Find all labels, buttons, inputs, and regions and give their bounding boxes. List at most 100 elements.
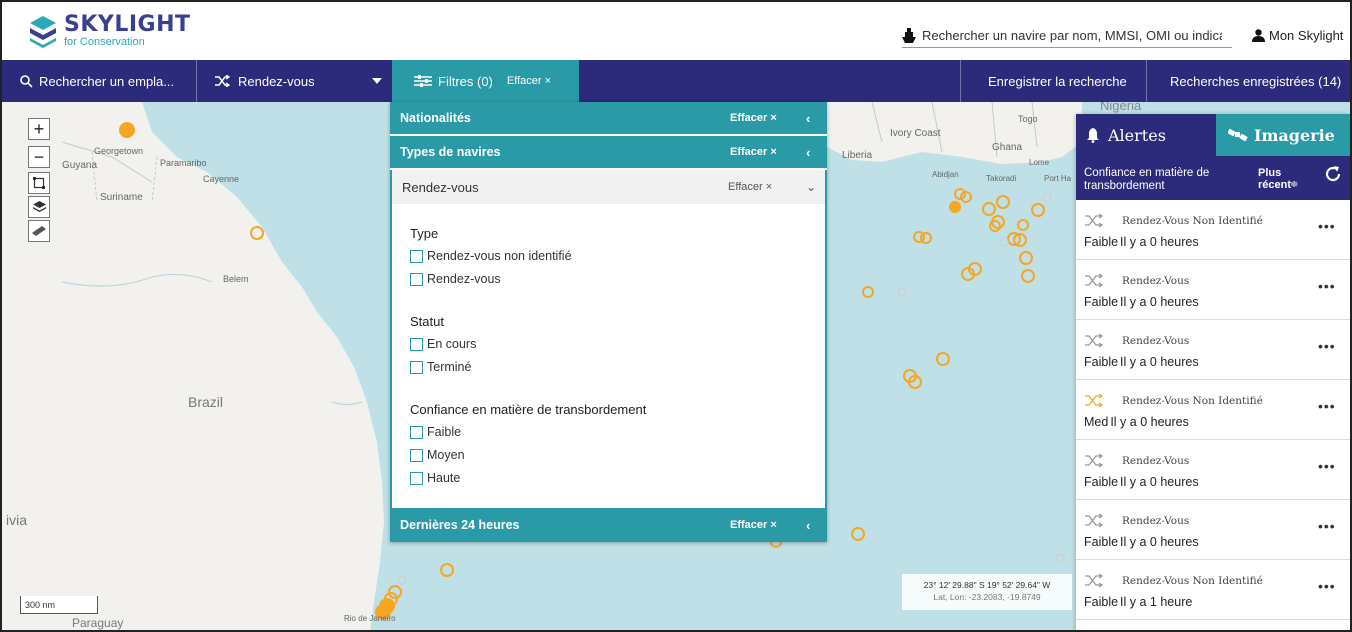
alert-time: Il y a 0 heures [1120, 235, 1199, 249]
logo-subtitle: for Conservation [64, 36, 145, 48]
alert-item[interactable]: Rendez-Vous Faible Il y a 0 heures ••• [1076, 260, 1350, 320]
more-options-icon[interactable]: ••• [1318, 338, 1336, 354]
label-suriname: Suriname [100, 192, 143, 203]
chevron-left-icon[interactable]: ‹ [806, 518, 810, 533]
label-liberia: Liberia [842, 150, 873, 161]
measure-button[interactable] [28, 220, 50, 242]
more-options-icon[interactable]: ••• [1318, 518, 1336, 534]
zoom-out-button[interactable]: − [28, 146, 50, 168]
filters-clear-button[interactable]: Effacer × [507, 75, 551, 87]
filter-section-label: Dernières 24 heures [400, 518, 520, 532]
label-lome: Lome [1029, 158, 1050, 167]
group-title-type: Type [410, 226, 439, 241]
shuffle-icon [1085, 334, 1104, 348]
coords-dms: 23° 12' 29.88" S 19° 52' 29.64" W [923, 580, 1051, 590]
more-options-icon[interactable]: ••• [1318, 458, 1336, 474]
alerts-sort-bar: Confiance en matière de transbordement P… [1076, 156, 1350, 200]
ship-icon [902, 27, 916, 43]
app-window: SKYLIGHT for Conservation Mon Skylight [0, 0, 1352, 632]
top-header: SKYLIGHT for Conservation Mon Skylight [2, 2, 1350, 60]
checkbox-box[interactable] [410, 448, 423, 462]
skylight-logo[interactable]: SKYLIGHT for Conservation [28, 14, 191, 48]
checkbox-box[interactable] [410, 249, 423, 263]
alert-item[interactable]: Rendez-Vous Non Identifié Med Il y a 0 heu… [1076, 380, 1350, 440]
checkbox-box[interactable] [410, 337, 423, 351]
checkbox-low[interactable]: Faible [410, 425, 461, 439]
vessel-search[interactable] [902, 24, 1232, 48]
checkbox-label: En cours [427, 337, 477, 351]
alert-confidence: Faible [1084, 355, 1119, 369]
user-icon [1252, 29, 1265, 42]
label-bolivia: ivia [6, 512, 28, 528]
label-takoradi: Takoradi [986, 174, 1017, 183]
label-paraguay: Paraguay [72, 616, 124, 630]
alert-item[interactable]: Rendez-Vous Faible Il y a 0 heures ••• [1076, 320, 1350, 380]
alert-item[interactable]: Rendez-Vous Non Identifié Faible Il y a 1 … [1076, 560, 1350, 620]
more-options-icon[interactable]: ••• [1318, 218, 1336, 234]
account-label: Mon Skylight [1269, 28, 1344, 43]
alert-item[interactable]: Rendez-Vous Non Identifié Faible Il y a 0 … [1076, 200, 1350, 260]
save-search-button[interactable]: Enregistrer la recherche [988, 60, 1127, 102]
alert-item[interactable]: Rendez-Vous Faible Il y a 0 heures ••• [1076, 500, 1350, 560]
alerts-list: Rendez-Vous Non Identifié Faible Il y a 0 … [1076, 200, 1350, 630]
checkbox-label: Faible [427, 425, 462, 439]
checkbox-box[interactable] [410, 425, 423, 439]
filter-section-nationalities[interactable]: Nationalités Effacer × ‹ [390, 102, 827, 134]
filter-section-last-24-hours[interactable]: Dernières 24 heures Effacer × ‹ [390, 508, 827, 542]
sort-caret-icon: ≑ [1290, 179, 1299, 190]
alert-confidence: Faible [1084, 535, 1119, 549]
alert-confidence: Faible [1084, 475, 1119, 489]
alert-item[interactable]: Rendez-Vous Faible Il y a 0 heures ••• [1076, 440, 1350, 500]
more-options-icon[interactable]: ••• [1318, 278, 1336, 294]
account-menu[interactable]: Mon Skylight [1252, 28, 1343, 43]
checkbox-unidentified-rendezvous[interactable]: Rendez-vous non identifié [410, 249, 572, 263]
filter-section-vessel-types[interactable]: Types de navires Effacer × ‹ [390, 136, 827, 168]
location-search-button[interactable]: Rechercher un empla... [20, 60, 174, 102]
cursor-coordinates: 23° 12' 29.88" S 19° 52' 29.64" W Lat, L… [902, 574, 1072, 610]
alert-time: Il y a 0 heures [1120, 355, 1199, 369]
event-type-select[interactable]: Rendez-vous [214, 60, 384, 102]
chevron-left-icon[interactable]: ‹ [806, 145, 810, 160]
alert-confidence: Faible [1084, 235, 1119, 249]
layers-icon [32, 201, 46, 212]
alert-confidence: Med [1084, 415, 1109, 429]
rendezvous-filter-body: Type Rendez-vous non identifié Rendez-vo… [390, 204, 827, 508]
event-type-label: Rendez-vous [238, 73, 315, 89]
filter-section-rendezvous[interactable]: Rendez-vous Effacer × ⌄ [390, 170, 827, 204]
layers-button[interactable] [28, 196, 50, 218]
checkbox-completed[interactable]: Terminé [410, 360, 471, 374]
draw-area-button[interactable] [28, 172, 50, 194]
filter-section-clear-button[interactable]: Effacer × [730, 146, 777, 158]
more-options-icon[interactable]: ••• [1318, 578, 1336, 594]
checkbox-in-progress[interactable]: En cours [410, 337, 476, 351]
checkbox-high[interactable]: Haute [410, 471, 460, 485]
filter-section-clear-button[interactable]: Effacer × [728, 181, 772, 193]
saved-searches-button[interactable]: Recherches enregistrées (14) [1170, 60, 1341, 102]
sort-criteria-label[interactable]: Confiance en matière de transbordement [1084, 167, 1234, 193]
checkbox-rendezvous[interactable]: Rendez-vous [410, 272, 501, 286]
tab-alerts[interactable]: Alertes [1076, 114, 1216, 156]
checkbox-box[interactable] [410, 471, 423, 485]
satellite-icon [1228, 128, 1248, 142]
sliders-icon [414, 75, 432, 87]
filters-button[interactable]: Filtres (0) Effacer × [392, 60, 579, 102]
filter-section-clear-button[interactable]: Effacer × [730, 519, 777, 531]
label-nigeria: Nigeria [1100, 102, 1142, 113]
filter-section-clear-button[interactable]: Effacer × [730, 112, 777, 124]
alert-meta: Med Il y a 0 heures [1084, 415, 1189, 429]
tab-imagery[interactable]: Imagerie [1216, 114, 1350, 156]
zoom-in-button[interactable]: + [28, 118, 50, 140]
chevron-down-icon[interactable]: ⌄ [806, 180, 816, 194]
label-rio: Rio de Janeiro [344, 614, 396, 623]
shuffle-icon [1085, 454, 1104, 468]
refresh-icon[interactable] [1324, 165, 1342, 183]
checkbox-box[interactable] [410, 360, 423, 374]
vessel-search-input[interactable] [922, 28, 1222, 43]
checkbox-medium[interactable]: Moyen [410, 448, 465, 462]
alert-meta: Faible Il y a 0 heures [1084, 355, 1199, 369]
chevron-left-icon[interactable]: ‹ [806, 111, 810, 126]
checkbox-box[interactable] [410, 272, 423, 286]
more-options-icon[interactable]: ••• [1318, 398, 1336, 414]
alert-time: Il y a 0 heures [1120, 535, 1199, 549]
label-ghana: Ghana [992, 142, 1023, 153]
